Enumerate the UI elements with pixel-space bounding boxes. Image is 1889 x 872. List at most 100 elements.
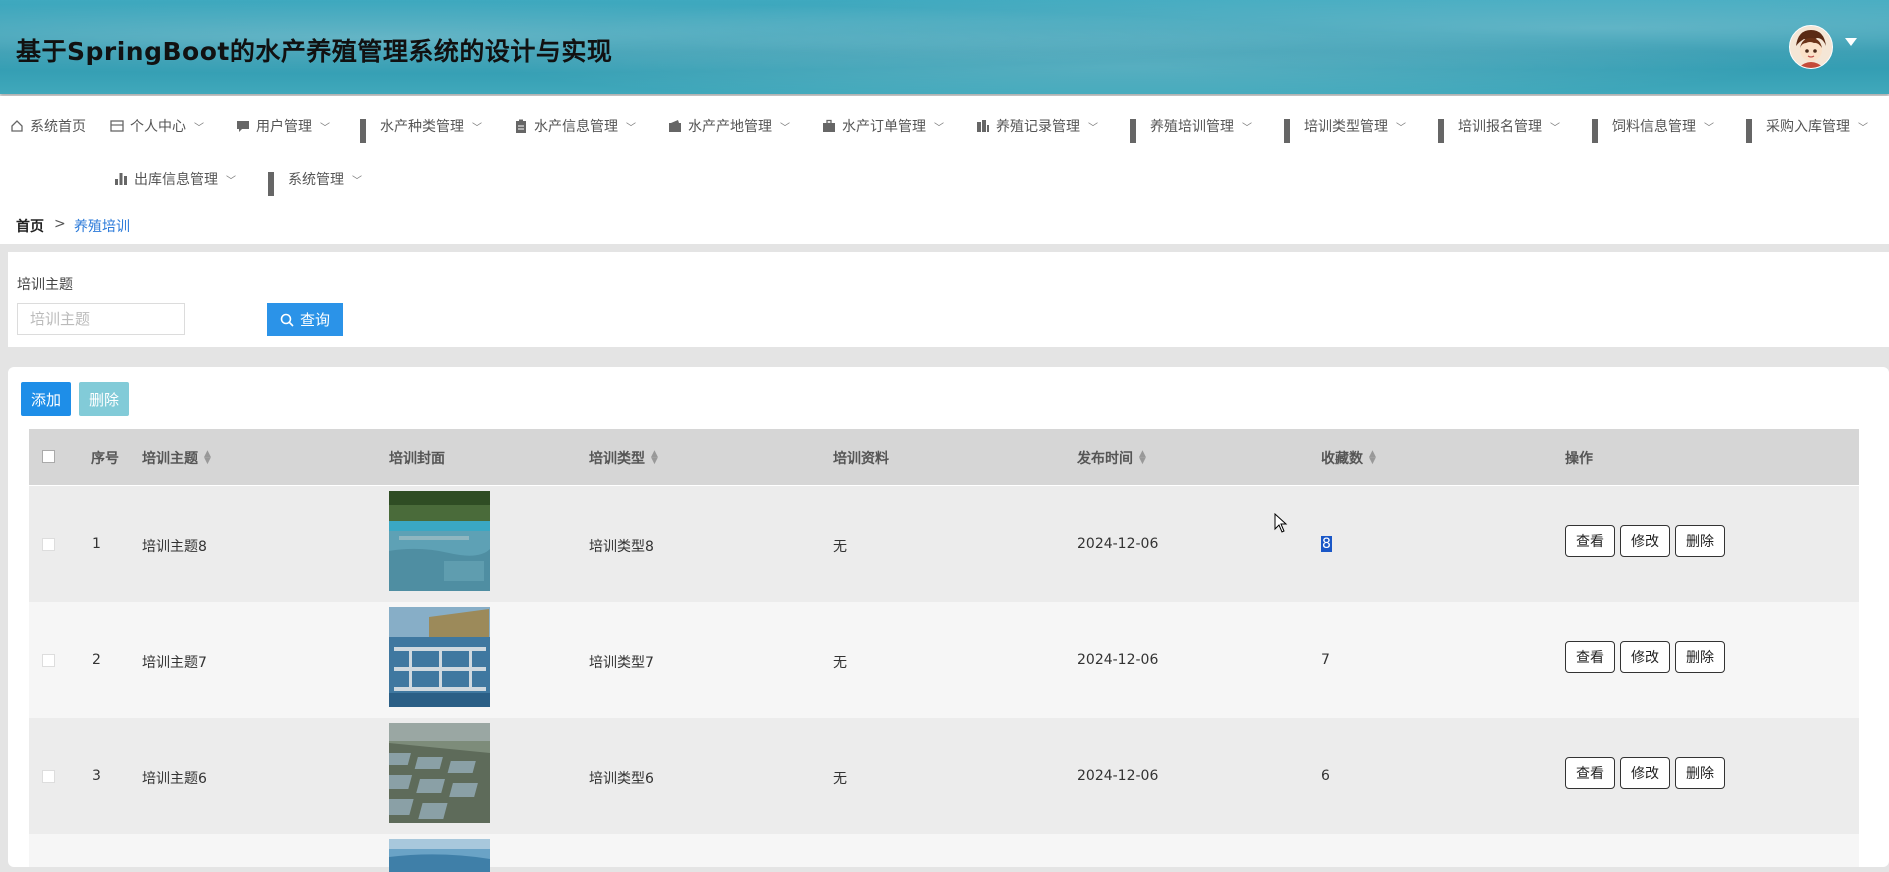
chevron-down-icon: ﹀ <box>1396 122 1406 134</box>
grid-icon <box>268 172 282 196</box>
nav-item-feed-info-management[interactable]: 饲料信息管理 ﹀ <box>1592 116 1714 143</box>
chevron-down-icon: ﹀ <box>1550 122 1560 134</box>
home-icon <box>10 119 24 133</box>
nav-label: 系统管理 <box>288 172 344 188</box>
nav-item-training-signup-management[interactable]: 培训报名管理 ﹀ <box>1438 116 1560 143</box>
search-label: 培训主题 <box>17 277 73 293</box>
nav-item-training-type-management[interactable]: 培训类型管理 ﹀ <box>1284 116 1406 143</box>
nav-item-farming-record-management[interactable]: 养殖记录管理 ﹀ <box>976 116 1098 136</box>
row-favorites-value: 8 <box>1321 536 1332 552</box>
header-topic[interactable]: 培训主题 ▲ ▼ <box>142 448 211 468</box>
select-all-checkbox[interactable] <box>42 450 55 463</box>
header-type[interactable]: 培训类型 ▲ ▼ <box>589 448 658 468</box>
chevron-down-icon: ﹀ <box>1704 122 1714 134</box>
nav-item-home[interactable]: 系统首页 <box>10 116 86 136</box>
header-material: 培训资料 <box>833 451 889 467</box>
edit-button[interactable]: 修改 <box>1620 525 1670 557</box>
row-checkbox[interactable] <box>42 770 55 783</box>
nav-item-order-management[interactable]: 水产订单管理 ﹀ <box>822 116 944 136</box>
nav-item-outbound-info-management[interactable]: 出库信息管理 ﹀ <box>114 169 236 189</box>
view-button[interactable]: 查看 <box>1565 641 1615 673</box>
breadcrumb-current: 养殖培训 <box>74 219 130 235</box>
card-icon <box>110 119 124 133</box>
search-panel: 培训主题 查询 <box>8 252 1889 347</box>
nav-item-origin-management[interactable]: 水产产地管理 ﹀ <box>668 116 790 136</box>
delete-button[interactable]: 删除 <box>1675 641 1725 673</box>
search-icon <box>280 313 294 327</box>
nav-label: 采购入库管理 <box>1766 119 1850 135</box>
table-row <box>29 834 1859 872</box>
nav-item-user-management[interactable]: 用户管理 ﹀ <box>236 116 330 136</box>
row-material: 无 <box>833 539 847 555</box>
user-avatar[interactable] <box>1789 25 1833 69</box>
top-header: 基于SpringBoot的水产养殖管理系统的设计与实现 <box>0 0 1889 94</box>
row-checkbox[interactable] <box>42 538 55 551</box>
nav-label: 养殖培训管理 <box>1150 119 1234 135</box>
header-index: 序号 <box>91 451 119 467</box>
edit-button[interactable]: 修改 <box>1620 641 1670 673</box>
row-favorites: 8 <box>1321 536 1332 552</box>
nav-item-system-management[interactable]: 系统管理 ﹀ <box>268 169 362 196</box>
table-row: 3 培训主题6 培训类型6 无 2024-12-06 6 查看 修改 删除 <box>29 718 1859 835</box>
main-nav: 系统首页 个人中心 ﹀ 用户管理 ﹀ 水产种类管理 ﹀ 水产信息管理 ﹀ 水产产… <box>0 96 1889 206</box>
chevron-down-icon: ﹀ <box>226 175 236 187</box>
search-button[interactable]: 查询 <box>267 303 343 336</box>
row-topic: 培训主题7 <box>142 655 207 671</box>
nav-label: 水产产地管理 <box>688 119 772 135</box>
cover-image <box>389 491 490 591</box>
header-publish-time-label: 发布时间 <box>1077 451 1133 467</box>
row-publish-time: 2024-12-06 <box>1077 652 1159 668</box>
nav-label: 水产信息管理 <box>534 119 618 135</box>
row-checkbox[interactable] <box>42 654 55 667</box>
header-type-label: 培训类型 <box>589 451 645 467</box>
edit-button[interactable]: 修改 <box>1620 757 1670 789</box>
header-favorites[interactable]: 收藏数 ▲ ▼ <box>1321 448 1376 468</box>
chevron-down-icon: ﹀ <box>1088 122 1098 134</box>
bar-chart-icon <box>114 172 128 186</box>
grid-icon <box>1746 119 1760 143</box>
row-material: 无 <box>833 771 847 787</box>
grid-icon <box>1284 119 1298 143</box>
building-icon <box>976 119 990 133</box>
view-button[interactable]: 查看 <box>1565 525 1615 557</box>
row-publish-time: 2024-12-06 <box>1077 536 1159 552</box>
nav-item-training-management[interactable]: 养殖培训管理 ﹀ <box>1130 116 1252 143</box>
nav-item-purchase-inbound-management[interactable]: 采购入库管理 ﹀ <box>1746 116 1868 143</box>
view-button[interactable]: 查看 <box>1565 757 1615 789</box>
nav-label: 用户管理 <box>256 119 312 135</box>
user-menu-caret-icon[interactable] <box>1845 38 1857 46</box>
row-type: 培训类型8 <box>589 539 654 555</box>
row-type: 培训类型6 <box>589 771 654 787</box>
row-publish-time: 2024-12-06 <box>1077 768 1159 784</box>
row-topic: 培训主题8 <box>142 539 207 555</box>
row-favorites: 7 <box>1321 652 1330 668</box>
sort-icon: ▲ ▼ <box>651 449 658 466</box>
wallet-icon <box>668 119 682 133</box>
nav-label: 养殖记录管理 <box>996 119 1080 135</box>
chevron-down-icon: ﹀ <box>626 122 636 134</box>
cover-image <box>389 607 490 707</box>
row-favorites: 6 <box>1321 768 1330 784</box>
chat-icon <box>236 119 250 133</box>
search-input[interactable] <box>17 303 185 335</box>
add-button[interactable]: 添加 <box>21 382 71 416</box>
row-topic: 培训主题6 <box>142 771 207 787</box>
nav-item-aquatic-info-management[interactable]: 水产信息管理 ﹀ <box>514 116 636 136</box>
delete-button[interactable]: 删除 <box>1675 757 1725 789</box>
site-title: 基于SpringBoot的水产养殖管理系统的设计与实现 <box>16 37 613 66</box>
chevron-down-icon: ﹀ <box>1858 122 1868 134</box>
table-row: 2 培训主题7 培训类型7 无 2024-12-06 7 查看 修改 删除 <box>29 602 1859 719</box>
batch-delete-button[interactable]: 删除 <box>79 382 129 416</box>
nav-item-species-management[interactable]: 水产种类管理 ﹀ <box>360 116 482 143</box>
nav-item-personal-center[interactable]: 个人中心 ﹀ <box>110 116 204 136</box>
header-cover: 培训封面 <box>389 451 445 467</box>
header-publish-time[interactable]: 发布时间 ▲ ▼ <box>1077 448 1146 468</box>
breadcrumb-home[interactable]: 首页 <box>16 216 44 236</box>
chevron-down-icon: ﹀ <box>934 122 944 134</box>
mouse-cursor-icon <box>1274 512 1288 537</box>
nav-label: 培训报名管理 <box>1458 119 1542 135</box>
row-index: 3 <box>92 768 101 784</box>
delete-button[interactable]: 删除 <box>1675 525 1725 557</box>
table-row: 1 培训主题8 培训类型8 无 2024-12-06 8 查看 修改 删除 <box>29 486 1859 603</box>
sort-icon: ▲ ▼ <box>1369 449 1376 466</box>
